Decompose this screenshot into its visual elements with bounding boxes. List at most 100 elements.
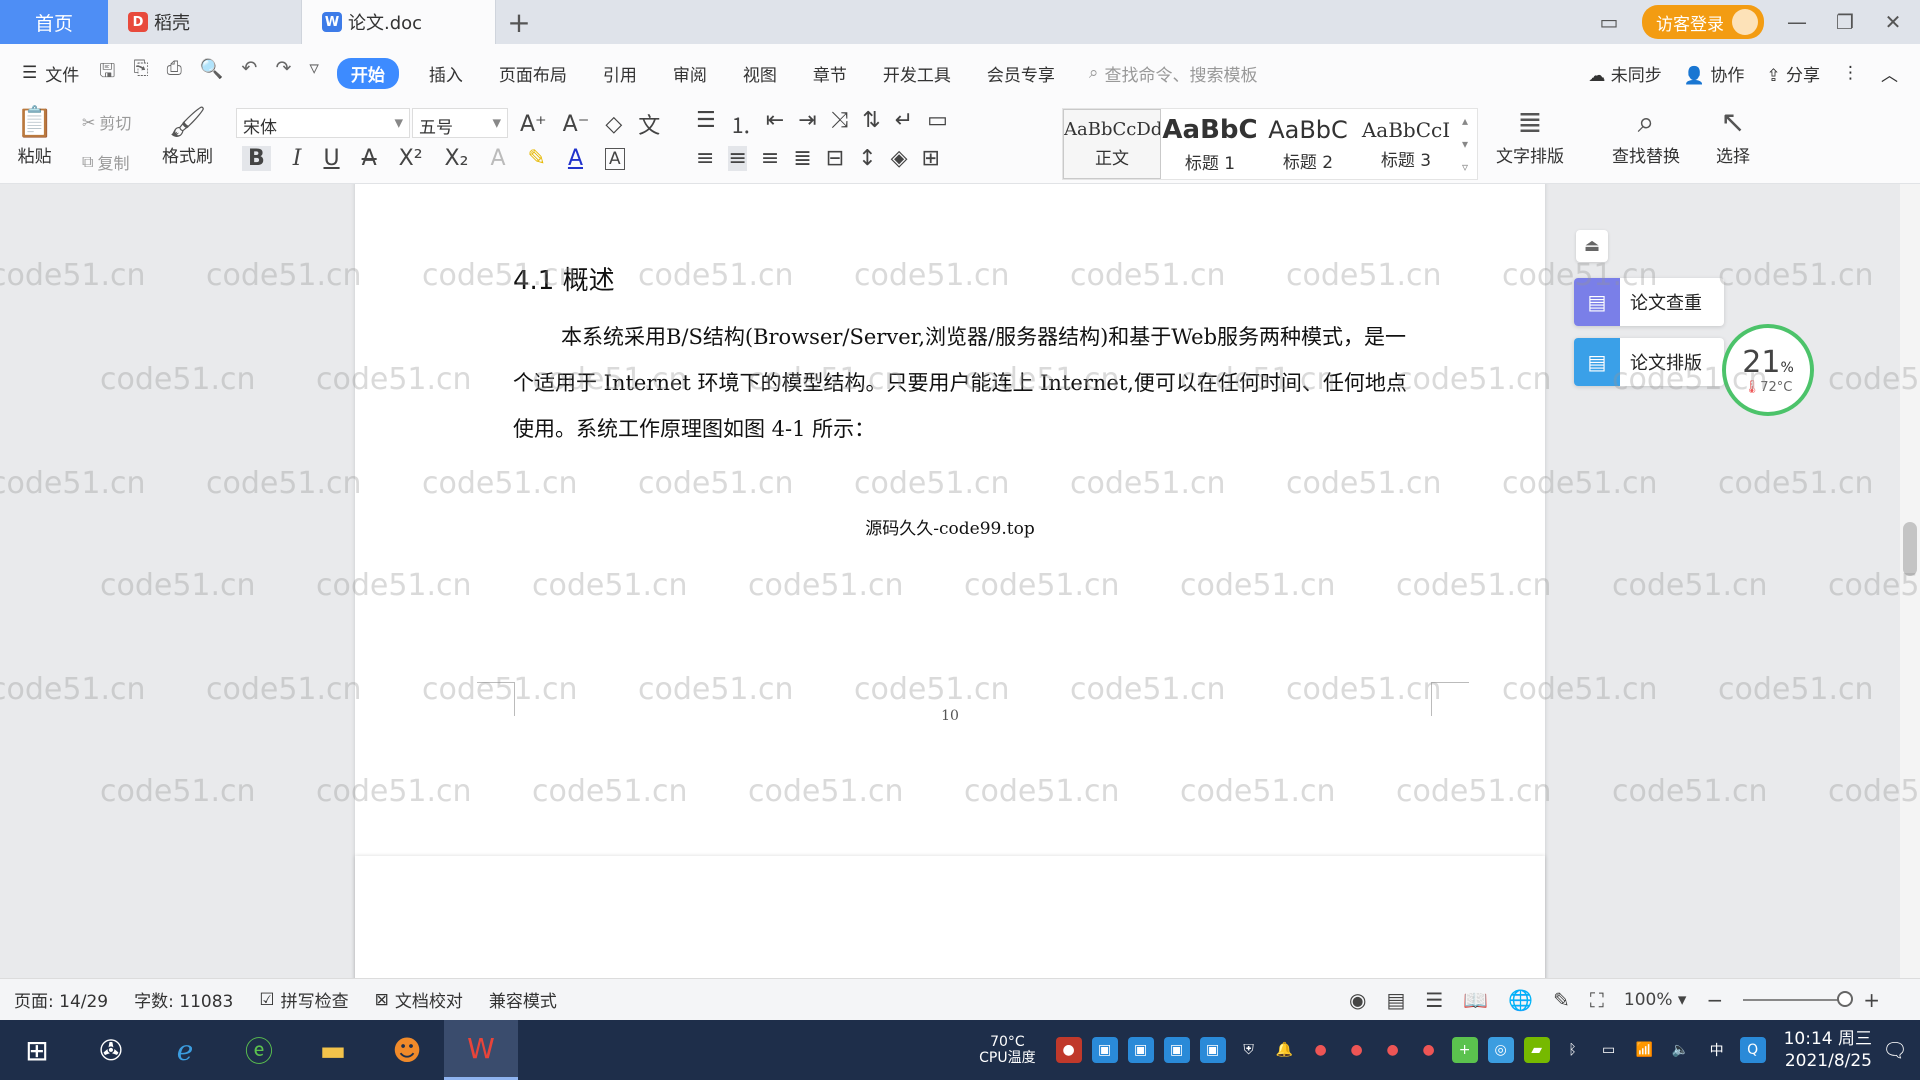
restore-button[interactable]: ❐: [1830, 10, 1860, 34]
undo-icon[interactable]: ↶: [242, 57, 258, 89]
zoom-in-icon[interactable]: +: [1863, 988, 1880, 1012]
print-preview-icon[interactable]: 🔍: [200, 57, 224, 89]
bold-icon[interactable]: B: [242, 146, 271, 171]
document-area[interactable]: 4.1 概述 本系统采用B/S结构(Browser/Server,浏览器/服务器…: [0, 184, 1920, 978]
figure-caption[interactable]: 源码久久-code99.top: [355, 514, 1545, 539]
cpu-monitor-widget[interactable]: 21% 🌡72°C: [1722, 324, 1814, 416]
file-menu[interactable]: ☰ 文件: [22, 61, 79, 86]
clear-format-icon[interactable]: ◇: [605, 112, 622, 137]
wps-taskbar-icon[interactable]: W: [444, 1020, 518, 1080]
bell-icon[interactable]: 🔔: [1272, 1037, 1298, 1063]
align-center-icon[interactable]: ≡: [728, 146, 747, 171]
collapse-panel-button[interactable]: ⏏: [1576, 230, 1608, 262]
bluetooth-icon[interactable]: ᛒ: [1560, 1037, 1586, 1063]
phonetic-guide-icon[interactable]: 文: [638, 108, 660, 140]
cpu-temp-tray[interactable]: 70°C CPU温度: [979, 1034, 1035, 1066]
zoom-level[interactable]: 100% ▾: [1624, 990, 1687, 1010]
section-heading[interactable]: 4.1 概述: [513, 260, 615, 297]
italic-icon[interactable]: I: [293, 146, 302, 171]
notification-icon[interactable]: 🗨: [1882, 1037, 1908, 1063]
tray-app-icon[interactable]: ▣: [1163, 1037, 1190, 1063]
format-painter-button[interactable]: 🖌 格式刷: [162, 104, 213, 167]
paper-layout-button[interactable]: ▤ 论文排版: [1574, 338, 1724, 386]
customize-dropdown-icon[interactable]: ▿: [309, 57, 319, 89]
spell-check-button[interactable]: ☑ 拼写检查: [259, 987, 348, 1013]
next-page[interactable]: [355, 856, 1545, 978]
word-count[interactable]: 字数: 11083: [134, 987, 233, 1012]
copy-button[interactable]: ⧉ 复制: [82, 150, 129, 174]
outline-view-icon[interactable]: ☰: [1425, 988, 1443, 1012]
menu-developer[interactable]: 开发工具: [883, 61, 951, 86]
collapse-ribbon-icon[interactable]: ︿: [1881, 61, 1898, 86]
nvidia-icon[interactable]: ▰: [1523, 1037, 1550, 1063]
show-marks-icon[interactable]: ↵: [895, 108, 913, 140]
volume-icon[interactable]: 🔈: [1668, 1037, 1694, 1063]
qq-icon[interactable]: ●: [1416, 1037, 1442, 1063]
reading-view-icon[interactable]: 📖: [1463, 988, 1488, 1012]
menu-page-layout[interactable]: 页面布局: [499, 61, 567, 86]
tray-app-icon[interactable]: ▣: [1199, 1037, 1226, 1063]
align-right-icon[interactable]: ≡: [761, 146, 779, 171]
ime-indicator[interactable]: 中: [1704, 1037, 1730, 1063]
browser-360-icon[interactable]: ⓔ: [222, 1020, 296, 1080]
sort-icon[interactable]: ⇅: [862, 108, 880, 140]
ruler-icon[interactable]: ▭: [927, 108, 948, 140]
print-icon[interactable]: ⎙: [167, 57, 182, 89]
tray-app-icon[interactable]: ◎: [1487, 1037, 1514, 1063]
qq-icon[interactable]: ●: [1308, 1037, 1334, 1063]
style-scroll[interactable]: ▴ ▾ ▿: [1455, 109, 1475, 179]
more-icon[interactable]: ⋮: [1842, 63, 1859, 83]
system-clock[interactable]: 10:14 周三 2021/8/25: [1784, 1028, 1872, 1072]
menu-section[interactable]: 章节: [813, 61, 847, 86]
justify-icon[interactable]: ≣: [793, 146, 811, 171]
bullet-list-icon[interactable]: ☰: [696, 108, 716, 140]
cut-button[interactable]: ✂ 剪切: [82, 110, 131, 134]
redo-icon[interactable]: ↷: [275, 57, 291, 89]
subscript-icon[interactable]: X₂: [445, 146, 469, 171]
numbered-list-icon[interactable]: ⒈: [730, 108, 752, 140]
export-icon[interactable]: ⎘: [133, 57, 148, 89]
body-paragraph[interactable]: 本系统采用B/S结构(Browser/Server,浏览器/服务器结构)和基于W…: [513, 314, 1415, 452]
distributed-icon[interactable]: ⊟: [826, 146, 844, 171]
sync-button[interactable]: ☁ 未同步: [1588, 61, 1661, 86]
tab-home[interactable]: 首页: [0, 0, 108, 44]
tray-app-icon[interactable]: ▣: [1127, 1037, 1154, 1063]
visitor-login-button[interactable]: 访客登录: [1642, 5, 1764, 39]
save-icon[interactable]: 🖫: [99, 57, 115, 89]
strikethrough-icon[interactable]: A: [362, 146, 377, 171]
tray-app-icon[interactable]: ●: [1055, 1037, 1082, 1063]
page-view-icon[interactable]: ▤: [1387, 988, 1406, 1012]
superscript-icon[interactable]: X²: [399, 146, 423, 171]
qq-icon[interactable]: ●: [1344, 1037, 1370, 1063]
share-button[interactable]: ⇪ 分享: [1766, 61, 1820, 86]
tray-plus-icon[interactable]: +: [1451, 1037, 1478, 1063]
font-name-select[interactable]: 宋体 ▾: [236, 108, 410, 138]
zoom-slider-knob[interactable]: [1837, 990, 1854, 1007]
command-search[interactable]: ⌕ 查找命令、搜索模板: [1089, 61, 1258, 86]
shading-icon[interactable]: ◈: [891, 146, 908, 171]
grow-font-icon[interactable]: A⁺: [520, 112, 547, 137]
style-heading-2[interactable]: AaBbC 标题 2: [1259, 109, 1357, 179]
highlight-icon[interactable]: ✎: [528, 146, 546, 171]
text-effect-icon[interactable]: A: [490, 146, 505, 171]
web-view-icon[interactable]: 🌐: [1508, 988, 1533, 1012]
font-color-icon[interactable]: A: [568, 146, 583, 171]
ie-browser-icon[interactable]: ℯ: [148, 1020, 222, 1080]
menu-insert[interactable]: 插入: [429, 61, 463, 86]
shrink-font-icon[interactable]: A⁻: [563, 112, 590, 137]
vertical-scrollbar[interactable]: [1900, 184, 1920, 978]
minimize-button[interactable]: —: [1782, 10, 1812, 34]
text-layout-button[interactable]: ≣ 文字排版: [1496, 104, 1564, 167]
menu-home[interactable]: 开始: [336, 57, 399, 89]
decrease-indent-icon[interactable]: ⇤: [766, 108, 784, 140]
align-left-icon[interactable]: ≡: [696, 146, 714, 171]
find-replace-button[interactable]: ⌕ 查找替换: [1612, 104, 1680, 167]
tab-daoke[interactable]: D 稻壳: [108, 0, 302, 44]
search-q-icon[interactable]: Q: [1739, 1037, 1766, 1063]
fit-page-icon[interactable]: ⛶: [1590, 988, 1604, 1012]
windows-start-icon[interactable]: ⊞: [0, 1020, 74, 1080]
line-spacing-icon[interactable]: ↕: [858, 146, 876, 171]
close-button[interactable]: ✕: [1878, 10, 1908, 34]
increase-indent-icon[interactable]: ⇥: [798, 108, 816, 140]
zoom-out-icon[interactable]: −: [1706, 988, 1723, 1012]
